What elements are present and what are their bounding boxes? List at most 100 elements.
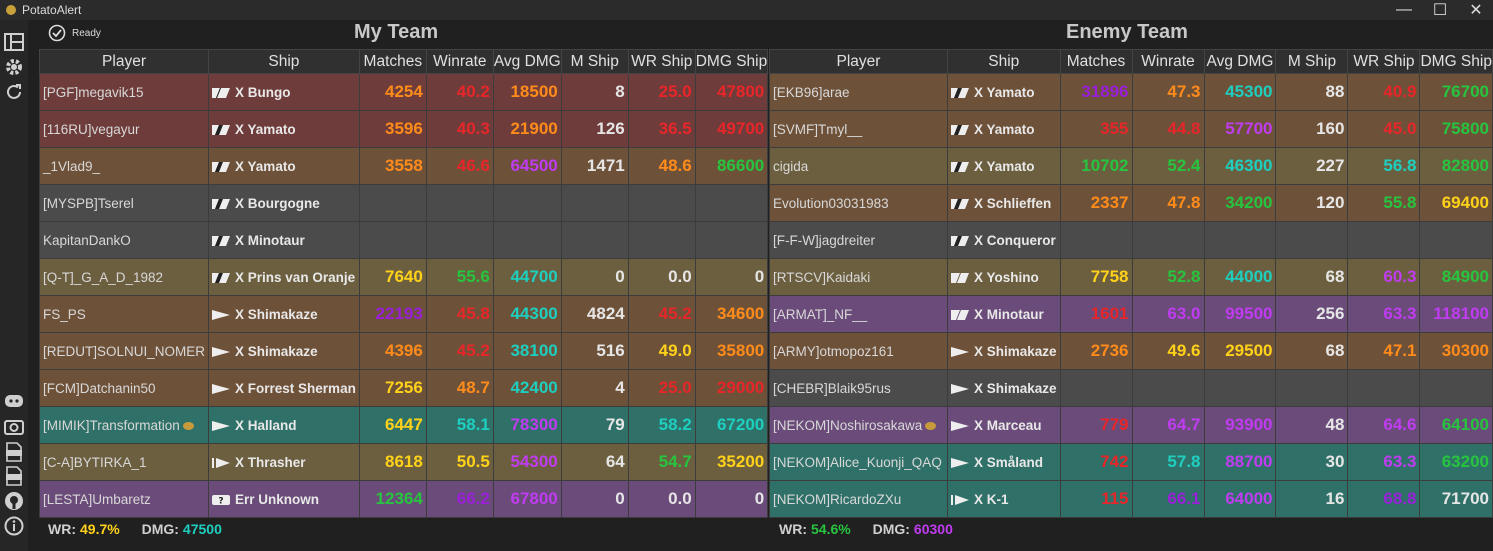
table-row[interactable]: [NEKOM]Noshirosakawa X Marceau 779 64.7 9390… [769,406,1493,444]
table-row[interactable]: [EKB96]arae X Yamato 31896 47.3 45300 88 40.9 7… [769,73,1493,111]
ship-cell[interactable]: X Schlieffen [946,184,1061,222]
player-cell[interactable]: [NEKOM]Noshirosakawa [769,406,948,444]
table-row[interactable]: FS_PS X Shimakaze 22193 45.8 44300 4824 45.2 34… [38,295,769,333]
column-header[interactable]: DMG Ship [1419,49,1493,74]
ship-cell[interactable]: X Yamato [208,110,360,148]
column-header[interactable]: WR Ship [1347,49,1421,74]
player-cell[interactable]: [NEKOM]RicardoZXu [769,480,948,518]
ship-cell[interactable]: X Yamato [208,147,360,185]
table-row[interactable]: [SVMF]Tmyl__ X Yamato 355 44.8 57700 160 45.0 7… [769,110,1493,148]
column-header[interactable]: Ship [208,49,360,74]
player-cell[interactable]: [REDUT]SOLNUI_NOMER [38,332,210,370]
player-cell[interactable]: [116RU]vegayur [38,110,210,148]
ship-cell[interactable]: X K-1 [946,480,1061,518]
player-cell[interactable]: Evolution03031983 [769,184,948,222]
refresh-icon[interactable] [3,81,25,103]
player-cell[interactable]: [C-A]BYTIRKA_1 [38,443,210,481]
player-cell[interactable]: [FCM]Datchanin50 [38,369,210,407]
table-row[interactable]: [MIMIK]Transformation X Halland 6447 58.1 78… [38,406,769,444]
ship-cell[interactable]: X Yamato [946,147,1061,185]
csv-icon[interactable] [3,441,25,463]
ship-cell[interactable]: X Småland [946,443,1061,481]
column-header[interactable]: Matches [358,49,427,74]
player-cell[interactable]: KapitanDankO [38,221,210,259]
ship-cell[interactable]: X Halland [208,406,360,444]
player-cell[interactable]: [MIMIK]Transformation [38,406,210,444]
column-header[interactable]: Winrate [425,49,494,74]
ship-cell[interactable]: ? Err Unknown [208,480,360,518]
table-row[interactable]: [F-F-W]jagdreiter X Conqueror [769,221,1493,259]
table-row[interactable]: cigida X Yamato 10702 52.4 46300 227 56.8 82800 [769,147,1493,185]
ship-cell[interactable]: X Thrasher [208,443,360,481]
table-row[interactable]: [NEKOM]Alice_Kuonji_QAQ X Småland 742 57.8 8… [769,443,1493,481]
ship-cell[interactable]: X Prins van Oranje [208,258,360,296]
ship-cell[interactable]: X Shimakaze [946,332,1061,370]
table-row[interactable]: [CHEBR]Blaik95rus X Shimakaze [769,369,1493,407]
table-row[interactable]: [116RU]vegayur X Yamato 3596 40.3 21900 126 36… [38,110,769,148]
column-header[interactable]: Player [769,49,948,74]
player-cell[interactable]: [SVMF]Tmyl__ [769,110,948,148]
table-row[interactable]: [RTSCV]Kaidaki X Yoshino 7758 52.8 44000 68 60… [769,258,1493,296]
table-row[interactable]: [Q-T]_G_A_D_1982 X Prins van Oranje 7640 55… [38,258,769,296]
player-cell[interactable]: [MYSPB]Tserel [38,184,210,222]
gear-icon[interactable] [3,56,25,78]
maximize-button[interactable]: ☐ [1422,0,1458,20]
player-cell[interactable]: [CHEBR]Blaik95rus [769,369,948,407]
column-header[interactable]: WR Ship [627,49,696,74]
column-header[interactable]: Winrate [1131,49,1205,74]
ship-cell[interactable]: X Conqueror [946,221,1061,259]
column-header[interactable]: Player [38,49,210,74]
close-button[interactable]: ✕ [1458,0,1493,20]
player-cell[interactable]: FS_PS [38,295,210,333]
table-row[interactable]: [FCM]Datchanin50 X Forrest Sherman 7256 48.… [38,369,769,407]
column-header[interactable]: M Ship [560,49,629,74]
player-cell[interactable]: [F-F-W]jagdreiter [769,221,948,259]
player-cell[interactable]: [NEKOM]Alice_Kuonji_QAQ [769,443,948,481]
table-icon[interactable] [3,31,25,53]
table-row[interactable]: [MYSPB]Tserel X Bourgogne [38,184,769,222]
table-row[interactable]: [C-A]BYTIRKA_1 X Thrasher 8618 50.5 54300 64 5… [38,443,769,481]
github-icon[interactable] [3,490,25,512]
ship-cell[interactable]: X Minotaur [208,221,360,259]
discord-icon[interactable] [3,390,25,412]
player-cell[interactable]: _1Vlad9_ [38,147,210,185]
table-row[interactable]: _1Vlad9_ X Yamato 3558 46.6 64500 1471 48.6 866… [38,147,769,185]
column-header[interactable]: Avg DMG [1203,49,1277,74]
column-header[interactable]: M Ship [1275,49,1349,74]
ship-cell[interactable]: X Yoshino [946,258,1061,296]
player-cell[interactable]: [EKB96]arae [769,73,948,111]
ship-cell[interactable]: X Shimakaze [208,295,360,333]
minimize-button[interactable]: — [1386,0,1422,20]
log-icon[interactable] [3,465,25,487]
table-row[interactable]: [NEKOM]RicardoZXu X K-1 115 66.1 64000 16 68.8… [769,480,1493,518]
ship-cell[interactable]: X Marceau [946,406,1061,444]
table-row[interactable]: KapitanDankO X Minotaur [38,221,769,259]
player-cell[interactable]: [ARMAT]_NF__ [769,295,948,333]
player-cell[interactable]: [Q-T]_G_A_D_1982 [38,258,210,296]
ship-cell[interactable]: X Bourgogne [208,184,360,222]
ship-cell[interactable]: X Shimakaze [208,332,360,370]
ship-cell[interactable]: X Forrest Sherman [208,369,360,407]
ship-cell[interactable]: X Yamato [946,110,1061,148]
column-header[interactable]: Avg DMG [492,49,562,74]
column-header[interactable]: Ship [946,49,1061,74]
player-cell[interactable]: [ARMY]otmopoz161 [769,332,948,370]
player-cell[interactable]: [RTSCV]Kaidaki [769,258,948,296]
table-row[interactable]: [ARMY]otmopoz161 X Shimakaze 2736 49.6 29500… [769,332,1493,370]
player-cell[interactable]: cigida [769,147,948,185]
ship-cell[interactable]: X Minotaur [946,295,1061,333]
ship-cell[interactable]: X Shimakaze [946,369,1061,407]
column-header[interactable]: DMG Ship [694,49,769,74]
player-cell[interactable]: [PGF]megavik15 [38,73,210,111]
table-row[interactable]: [ARMAT]_NF__ X Minotaur 1601 63.0 99500 256 63… [769,295,1493,333]
table-row[interactable]: [REDUT]SOLNUI_NOMER X Shimakaze 4396 45.2 38… [38,332,769,370]
table-row[interactable]: [LESTA]Umbaretz? Err Unknown 12364 66.2 6780… [38,480,769,518]
screenshot-icon[interactable] [3,416,25,438]
player-cell[interactable]: [LESTA]Umbaretz [38,480,210,518]
column-header[interactable]: Matches [1059,49,1133,74]
table-row[interactable]: [PGF]megavik15 X Bungo 4254 40.2 18500 8 25.0 4… [38,73,769,111]
ship-cell[interactable]: X Bungo [208,73,360,111]
table-row[interactable]: Evolution03031983 X Schlieffen 2337 47.8 342… [769,184,1493,222]
info-icon[interactable] [3,515,25,537]
ship-cell[interactable]: X Yamato [946,73,1061,111]
